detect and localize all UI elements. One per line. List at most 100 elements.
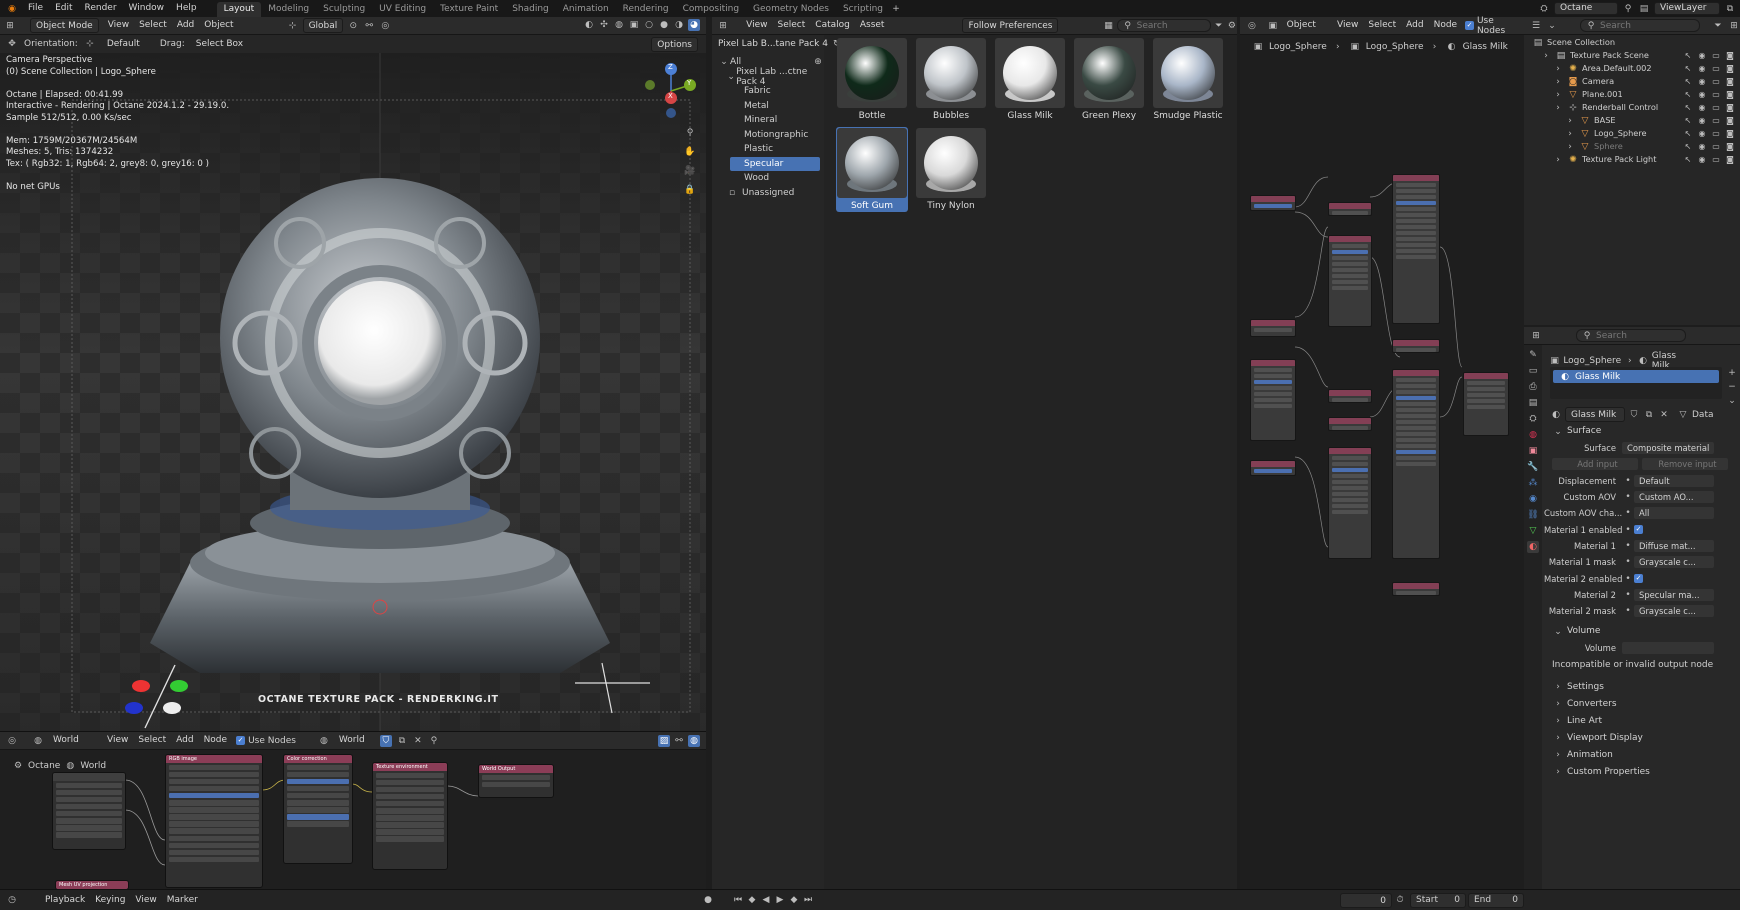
snap-icon[interactable]: ⚯ bbox=[673, 735, 685, 747]
keyframe-dot-icon[interactable]: • bbox=[1622, 491, 1634, 503]
display-mode-icon[interactable]: ▦ bbox=[1103, 20, 1113, 32]
menu-window[interactable]: Window bbox=[123, 0, 171, 17]
scene-tab-icon[interactable]: ⛭ bbox=[1527, 413, 1539, 425]
outliner-row[interactable]: › ▽ BASE ↖ ◉ ▭ ◙ bbox=[1524, 114, 1740, 127]
visibility-eye-icon[interactable]: ◉ bbox=[1696, 154, 1708, 166]
menu-file[interactable]: File bbox=[22, 0, 49, 17]
node-color-correction[interactable]: Color correction bbox=[283, 754, 353, 864]
editor-type-icon[interactable]: ⊞ bbox=[718, 20, 728, 32]
move-tool-icon[interactable]: ✥ bbox=[6, 38, 18, 50]
remove-input-button[interactable]: Remove input bbox=[1642, 458, 1728, 471]
copy-icon[interactable]: ⧉ bbox=[1724, 3, 1736, 15]
gizmo-icon[interactable]: ✣ bbox=[598, 19, 610, 31]
panel-header-converters[interactable]: › Converters bbox=[1544, 696, 1740, 713]
use-nodes-checkbox[interactable]: ✓ bbox=[1465, 21, 1474, 30]
render-toggle-icon[interactable]: ◙ bbox=[1724, 115, 1736, 127]
stopwatch-icon[interactable]: ⏱ bbox=[1394, 894, 1406, 906]
node-menu-select[interactable]: Select bbox=[1363, 18, 1401, 33]
panel-header-viewport-display[interactable]: › Viewport Display bbox=[1544, 730, 1740, 747]
node-c3[interactable] bbox=[1392, 369, 1440, 559]
panel-header-animation[interactable]: › Animation bbox=[1544, 747, 1740, 764]
editor-type-icon[interactable]: ⊞ bbox=[4, 20, 16, 32]
menu-render[interactable]: Render bbox=[79, 0, 123, 17]
lock-icon[interactable]: 🔒 bbox=[684, 184, 696, 196]
prop-checkbox[interactable]: ✓ bbox=[1634, 525, 1643, 535]
add-slot-icon[interactable]: + bbox=[1726, 367, 1738, 379]
filter-icon[interactable]: ⏷ bbox=[1214, 20, 1224, 32]
chevron-right-icon[interactable]: › bbox=[1552, 154, 1564, 166]
asset-menu-catalog[interactable]: Catalog bbox=[810, 18, 855, 33]
duplicate-material-icon[interactable]: ⧉ bbox=[1643, 409, 1655, 421]
viewport-menu-add[interactable]: Add bbox=[172, 18, 199, 33]
material-tab-icon[interactable]: ◐ bbox=[1527, 541, 1539, 553]
asset-item-tiny-nylon[interactable]: Tiny Nylon bbox=[915, 127, 987, 212]
world-menu-view[interactable]: View bbox=[102, 733, 133, 748]
keyframe-dot-icon[interactable]: • bbox=[1622, 507, 1634, 519]
render-toggle-icon[interactable]: ◙ bbox=[1724, 89, 1736, 101]
viewport-menu-object[interactable]: Object bbox=[199, 18, 238, 33]
start-frame-field[interactable]: Start 0 bbox=[1410, 892, 1466, 908]
select-toggle-icon[interactable]: ↖ bbox=[1682, 102, 1694, 114]
node-a3[interactable] bbox=[1250, 359, 1296, 441]
outliner[interactable]: ☰ ⌄ ⚲ Search ⏷ ⊞ ▤ Scene Collection › ▤ Tex… bbox=[1524, 17, 1740, 325]
chevron-right-icon[interactable]: › bbox=[1552, 76, 1564, 88]
navigation-gizmo[interactable]: Z Y X bbox=[640, 61, 700, 121]
chevron-right-icon[interactable]: › bbox=[1552, 102, 1564, 114]
render-toggle-icon[interactable]: ◙ bbox=[1724, 63, 1736, 75]
select-toggle-icon[interactable]: ↖ bbox=[1682, 154, 1694, 166]
catalog-specular[interactable]: Specular bbox=[730, 156, 820, 171]
xray-icon[interactable]: ▣ bbox=[628, 19, 640, 31]
outliner-root[interactable]: ▤ Scene Collection bbox=[1532, 36, 1740, 49]
visibility-eye-icon[interactable]: ◉ bbox=[1696, 141, 1708, 153]
new-collection-icon[interactable]: ⊞ bbox=[1728, 20, 1740, 32]
panel-header-line-art[interactable]: › Line Art bbox=[1544, 713, 1740, 730]
prop-value[interactable]: All bbox=[1634, 507, 1714, 520]
link-data-label[interactable]: Data bbox=[1692, 410, 1714, 420]
overlay-icon[interactable]: ◍ bbox=[688, 734, 700, 747]
backdrop-icon[interactable]: ▨ bbox=[658, 734, 670, 747]
keyframe-dot-icon[interactable]: • bbox=[1622, 589, 1634, 601]
tab-compositing[interactable]: Compositing bbox=[676, 2, 746, 17]
transform-orientation-selector[interactable]: Global bbox=[302, 18, 344, 33]
visibility-eye-icon[interactable]: ◉ bbox=[1696, 63, 1708, 75]
particles-tab-icon[interactable]: ⁂ bbox=[1527, 477, 1539, 489]
node-world-output[interactable]: World Output bbox=[478, 764, 554, 798]
node-c1[interactable] bbox=[1392, 174, 1440, 324]
node-c2[interactable] bbox=[1392, 339, 1440, 353]
prop-value[interactable]: Grayscale c... bbox=[1634, 605, 1714, 618]
outliner-row[interactable]: › ▽ Sphere ↖ ◉ ▭ ◙ bbox=[1524, 140, 1740, 153]
timeline-menu-view[interactable]: View bbox=[130, 893, 161, 908]
node-menu-node[interactable]: Node bbox=[1429, 18, 1463, 33]
volume-selector[interactable] bbox=[1622, 642, 1714, 655]
render-toggle-icon[interactable]: ◙ bbox=[1724, 102, 1736, 114]
timeline-menu-keying[interactable]: Keying bbox=[90, 893, 130, 908]
properties-editor[interactable]: ⊞ ⚲ Search ✎ ▭ ⎙ ▤ ⛭ ◍ ▣ 🔧 ⁂ ◉ ⛓ ▽ ◐ ▣ Log… bbox=[1524, 327, 1740, 889]
outliner-row[interactable]: › ▽ Logo_Sphere ↖ ◉ ▭ ◙ bbox=[1524, 127, 1740, 140]
camera-toggle-icon[interactable]: ▭ bbox=[1710, 89, 1722, 101]
drag-selector[interactable]: Select Box bbox=[191, 37, 248, 52]
camera-toggle-icon[interactable]: ▭ bbox=[1710, 76, 1722, 88]
node-menu-add[interactable]: Add bbox=[1401, 18, 1428, 33]
jump-start-icon[interactable]: ⏮ bbox=[732, 894, 744, 906]
tab-modeling[interactable]: Modeling bbox=[261, 2, 316, 17]
breadcrumb-item[interactable]: Logo_Sphere bbox=[1563, 356, 1621, 366]
asset-item-glass-milk[interactable]: Glass Milk bbox=[994, 37, 1066, 122]
chevron-right-icon[interactable]: › bbox=[1564, 141, 1576, 153]
select-toggle-icon[interactable]: ↖ bbox=[1682, 128, 1694, 140]
render-toggle-icon[interactable]: ◙ bbox=[1724, 50, 1736, 62]
play-reverse-icon[interactable]: ◀ bbox=[760, 894, 772, 906]
chevron-right-icon[interactable]: › bbox=[1564, 128, 1576, 140]
asset-library-selector[interactable]: Pixel Lab B...tane Pack 4 bbox=[716, 37, 830, 52]
tab-geometry-nodes[interactable]: Geometry Nodes bbox=[746, 2, 836, 17]
keyframe-dot-icon[interactable]: • bbox=[1622, 524, 1634, 536]
world-tab-icon[interactable]: ◍ bbox=[1527, 429, 1539, 441]
pin-icon[interactable]: ⚲ bbox=[1622, 3, 1634, 15]
prop-value[interactable]: Custom AO... bbox=[1634, 491, 1714, 504]
world-menu-select[interactable]: Select bbox=[133, 733, 171, 748]
object-tab-icon[interactable]: ▣ bbox=[1527, 445, 1539, 457]
3d-viewport[interactable]: ⊞ Object Mode View Select Add Object ⊹ Glob… bbox=[0, 17, 706, 731]
zoom-icon[interactable]: ⚲ bbox=[684, 127, 696, 139]
snap-icon[interactable]: ⚯ bbox=[363, 20, 375, 32]
shading-wireframe-icon[interactable]: ○ bbox=[643, 19, 655, 31]
orientation-selector[interactable]: Default bbox=[102, 37, 154, 52]
